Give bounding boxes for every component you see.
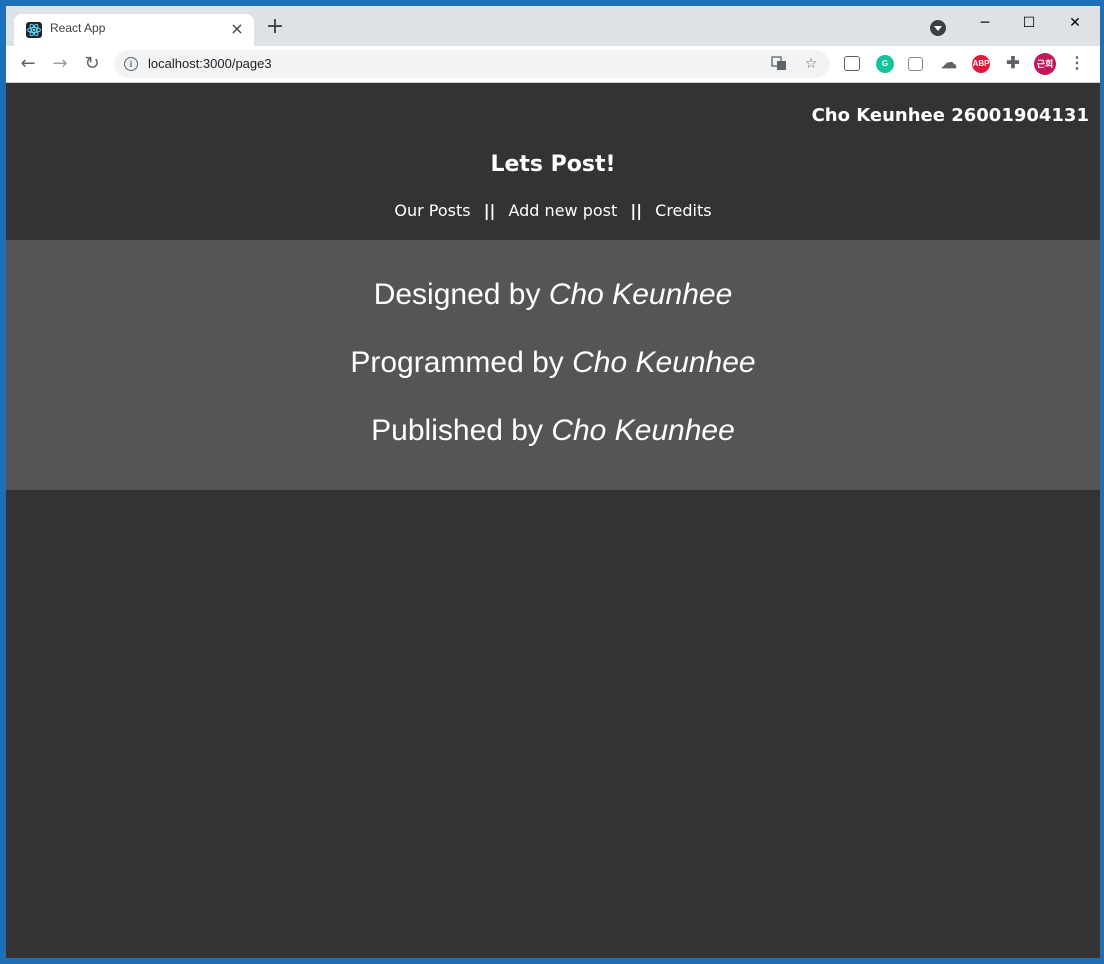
adblock-plus-icon[interactable]: ABP: [972, 55, 990, 73]
menu-kebab-icon[interactable]: ⋮: [1068, 55, 1086, 73]
react-favicon-icon: [26, 22, 42, 38]
pocket-icon[interactable]: [844, 56, 860, 71]
tab-close-icon[interactable]: ×: [228, 20, 246, 38]
tab-search-icon[interactable]: [930, 20, 946, 36]
credit-label: Published by: [371, 414, 543, 447]
nav-link-credits[interactable]: Credits: [655, 201, 711, 220]
nav-separator: ||: [630, 201, 643, 220]
credit-designed: Designed by Cho Keunhee: [6, 278, 1100, 312]
grammarly-icon[interactable]: G: [876, 55, 894, 73]
back-button[interactable]: ←: [16, 52, 40, 76]
address-bar[interactable]: i localhost:3000/page3 ☆: [114, 50, 830, 78]
nav-link-our-posts[interactable]: Our Posts: [394, 201, 470, 220]
nav-link-add-new-post[interactable]: Add new post: [508, 201, 617, 220]
credit-name: Cho Keunhee: [551, 414, 735, 447]
reload-button[interactable]: ↻: [80, 52, 104, 76]
site-info-icon[interactable]: i: [124, 57, 138, 71]
browser-toolbar: ← → ↻ i localhost:3000/page3 ☆ G ☁ ABP ✚…: [6, 46, 1100, 83]
credit-label: Programmed by: [350, 346, 564, 379]
image-extension-icon[interactable]: [908, 57, 923, 71]
tab-title: React App: [50, 21, 106, 35]
extensions-puzzle-icon[interactable]: ✚: [1004, 55, 1022, 73]
translate-icon[interactable]: [770, 55, 788, 73]
credit-name: Cho Keunhee: [572, 346, 756, 379]
close-window-button[interactable]: ✕: [1052, 10, 1098, 36]
bookmark-star-icon[interactable]: ☆: [802, 55, 820, 73]
credit-label: Designed by: [373, 278, 541, 311]
app-page: Cho Keunhee 26001904131 Lets Post! Our P…: [6, 83, 1100, 958]
maximize-button[interactable]: ☐: [1006, 10, 1052, 36]
credits-panel: Designed by Cho Keunhee Programmed by Ch…: [6, 240, 1100, 490]
credit-name: Cho Keunhee: [548, 278, 733, 311]
credit-programmed: Programmed by Cho Keunhee: [6, 346, 1100, 380]
page-title: Lets Post!: [490, 152, 616, 177]
profile-avatar[interactable]: 근희: [1034, 53, 1056, 75]
nav-separator: ||: [483, 201, 496, 220]
cloud-icon[interactable]: ☁: [940, 55, 958, 73]
new-tab-button[interactable]: +: [264, 16, 286, 39]
credit-published: Published by Cho Keunhee: [6, 414, 1100, 448]
tab-strip: React App × + ─ ☐ ✕: [6, 6, 1100, 46]
url-text[interactable]: localhost:3000/page3: [148, 56, 272, 71]
forward-button[interactable]: →: [48, 52, 72, 76]
minimize-button[interactable]: ─: [962, 10, 1008, 36]
user-info: Cho Keunhee 26001904131: [811, 105, 1089, 126]
browser-tab[interactable]: React App ×: [14, 14, 254, 46]
main-nav: Our Posts || Add new post || Credits: [6, 201, 1100, 220]
browser-window: React App × + ─ ☐ ✕ ← → ↻ i localhost:30…: [6, 6, 1100, 958]
